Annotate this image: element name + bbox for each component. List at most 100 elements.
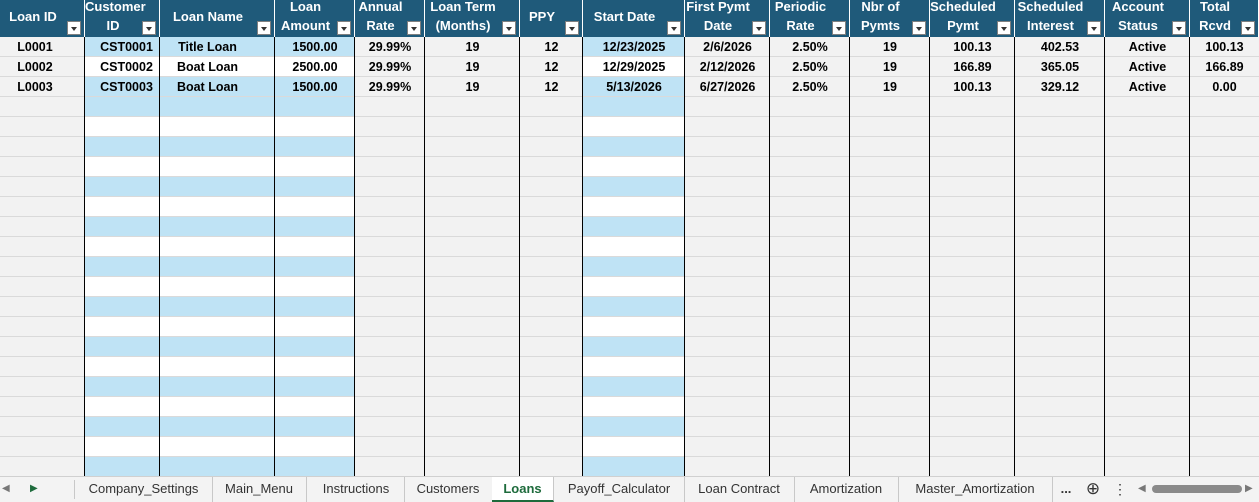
cell-loan-id[interactable]: L0001 — [0, 37, 70, 57]
cell-start-date[interactable]: 5/13/2026 — [583, 77, 685, 97]
cell-ppy[interactable]: 12 — [520, 57, 583, 77]
cell-scheduled-pymt[interactable]: 100.13 — [930, 77, 1015, 97]
cell-account-status[interactable]: Active — [1105, 37, 1190, 57]
filter-dropdown-icon[interactable] — [67, 21, 81, 35]
input-band — [85, 117, 355, 137]
sheet-tab-loans[interactable]: Loans — [492, 477, 554, 502]
header-loan-term: Loan Term (Months) — [425, 0, 520, 37]
filter-dropdown-icon[interactable] — [142, 21, 156, 35]
filter-dropdown-icon[interactable] — [997, 21, 1011, 35]
filter-dropdown-icon[interactable] — [1087, 21, 1101, 35]
cell-loan-name[interactable]: Title Loan — [160, 37, 255, 57]
cell-ppy[interactable]: 12 — [520, 37, 583, 57]
loans-table: Loan ID Customer ID Loan Name Loan Amount Annu… — [0, 0, 1259, 476]
filter-dropdown-icon[interactable] — [407, 21, 421, 35]
cell-scheduled-interest[interactable]: 402.53 — [1015, 37, 1105, 57]
cell-nbr-of-pymts[interactable]: 19 — [850, 77, 930, 97]
cell-scheduled-interest[interactable]: 329.12 — [1015, 77, 1105, 97]
filter-dropdown-icon[interactable] — [912, 21, 926, 35]
hscroll-right-icon[interactable]: ▶ — [1245, 477, 1253, 502]
column-divider — [84, 37, 85, 476]
cell-loan-amount[interactable]: 2500.00 — [275, 57, 355, 77]
column-divider — [159, 37, 160, 476]
filter-dropdown-icon[interactable] — [832, 21, 846, 35]
sheet-tab-main-menu[interactable]: Main_Menu — [212, 477, 307, 502]
filter-dropdown-icon[interactable] — [752, 21, 766, 35]
header-periodic-rate: Periodic Rate — [770, 0, 850, 37]
more-tabs-button[interactable]: ... — [1052, 477, 1080, 502]
sheet-tab-amortization[interactable]: Amortization — [794, 477, 899, 502]
cell-total-rcvd[interactable]: 0.00 — [1190, 77, 1259, 97]
cell-annual-rate[interactable]: 29.99% — [355, 77, 425, 97]
input-band — [85, 277, 355, 297]
cell-customer-id[interactable]: CST0002 — [85, 57, 168, 77]
cell-loan-amount[interactable]: 1500.00 — [275, 37, 355, 57]
input-band — [85, 157, 355, 177]
input-band — [85, 237, 355, 257]
cell-annual-rate[interactable]: 29.99% — [355, 37, 425, 57]
cell-customer-id[interactable]: CST0003 — [85, 77, 168, 97]
scroll-left-icon[interactable]: ◀ — [2, 477, 10, 502]
sheet-tab-loan-contract[interactable]: Loan Contract — [684, 477, 795, 502]
column-divider — [582, 37, 583, 476]
filter-dropdown-icon[interactable] — [337, 21, 351, 35]
header-label: First Pymt — [686, 0, 750, 14]
cell-start-date[interactable]: 12/23/2025 — [583, 37, 685, 57]
cell-loan-amount[interactable]: 1500.00 — [275, 77, 355, 97]
add-sheet-icon[interactable]: ⊕ — [1082, 477, 1104, 502]
sheet-tab-instructions[interactable]: Instructions — [308, 477, 405, 502]
sheet-tab-company-settings[interactable]: Company_Settings — [75, 477, 213, 502]
filter-dropdown-icon[interactable] — [1172, 21, 1186, 35]
cell-first-pymt-date[interactable]: 6/27/2026 — [685, 77, 770, 97]
cell-annual-rate[interactable]: 29.99% — [355, 57, 425, 77]
cell-loan-id[interactable]: L0002 — [0, 57, 70, 77]
cell-first-pymt-date[interactable]: 2/6/2026 — [685, 37, 770, 57]
header-label: Rate — [786, 18, 815, 33]
cell-total-rcvd[interactable]: 100.13 — [1190, 37, 1259, 57]
hscroll-left-icon[interactable]: ◀ — [1138, 477, 1146, 502]
input-band — [583, 277, 685, 297]
header-label: Scheduled — [930, 0, 996, 14]
header-label: Total — [1199, 0, 1231, 14]
cell-customer-id[interactable]: CST0001 — [85, 37, 168, 57]
header-label: (Months) — [435, 18, 491, 33]
header-label: Customer — [85, 0, 146, 14]
header-label: Account — [1112, 0, 1164, 14]
cell-total-rcvd[interactable]: 166.89 — [1190, 57, 1259, 77]
cell-scheduled-pymt[interactable]: 100.13 — [930, 37, 1015, 57]
header-account-status: Account Status — [1105, 0, 1190, 37]
filter-dropdown-icon[interactable] — [257, 21, 271, 35]
filter-dropdown-icon[interactable] — [565, 21, 579, 35]
cell-loan-term[interactable]: 19 — [425, 37, 520, 57]
cell-scheduled-pymt[interactable]: 166.89 — [930, 57, 1015, 77]
cell-loan-term[interactable]: 19 — [425, 57, 520, 77]
cell-start-date[interactable]: 12/29/2025 — [583, 57, 685, 77]
horizontal-scrollbar[interactable] — [1152, 485, 1242, 493]
cell-account-status[interactable]: Active — [1105, 77, 1190, 97]
cell-loan-term[interactable]: 19 — [425, 77, 520, 97]
cell-account-status[interactable]: Active — [1105, 57, 1190, 77]
filter-dropdown-icon[interactable] — [502, 21, 516, 35]
scroll-right-icon[interactable]: ▶ — [30, 477, 38, 502]
sheet-tab-customers[interactable]: Customers — [404, 477, 493, 502]
filter-dropdown-icon[interactable] — [667, 21, 681, 35]
column-divider — [1189, 37, 1190, 476]
cell-ppy[interactable]: 12 — [520, 77, 583, 97]
cell-nbr-of-pymts[interactable]: 19 — [850, 37, 930, 57]
cell-scheduled-interest[interactable]: 365.05 — [1015, 57, 1105, 77]
cell-periodic-rate[interactable]: 2.50% — [770, 57, 850, 77]
cell-loan-name[interactable]: Boat Loan — [160, 57, 255, 77]
cell-periodic-rate[interactable]: 2.50% — [770, 37, 850, 57]
sheet-tab-master-amortization[interactable]: Master_Amortization — [898, 477, 1053, 502]
input-band — [583, 357, 685, 377]
cell-nbr-of-pymts[interactable]: 19 — [850, 57, 930, 77]
vertical-dots-icon[interactable]: ⋮ — [1112, 477, 1128, 502]
sheet-tab-payoff-calculator[interactable]: Payoff_Calculator — [554, 477, 685, 502]
cell-loan-name[interactable]: Boat Loan — [160, 77, 255, 97]
filter-dropdown-icon[interactable] — [1241, 21, 1255, 35]
cell-first-pymt-date[interactable]: 2/12/2026 — [685, 57, 770, 77]
cell-loan-id[interactable]: L0003 — [0, 77, 70, 97]
cell-periodic-rate[interactable]: 2.50% — [770, 77, 850, 97]
input-band — [583, 377, 685, 397]
column-divider — [424, 37, 425, 476]
